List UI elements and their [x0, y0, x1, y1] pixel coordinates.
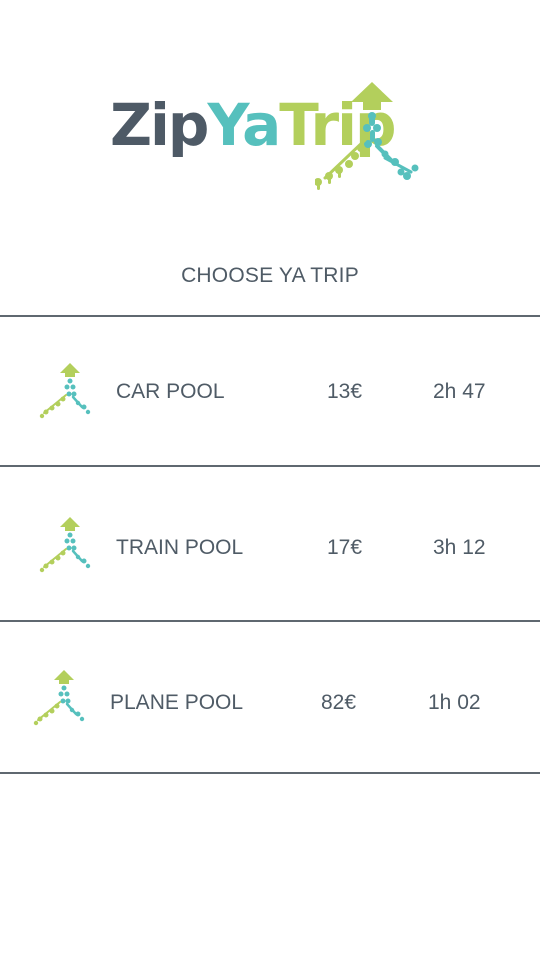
trip-name: TRAIN POOL	[116, 536, 244, 559]
trip-option-car-pool[interactable]: CAR POOL 13€ 2h 47	[0, 317, 540, 467]
page-title: CHOOSE YA TRIP	[181, 264, 359, 287]
trip-duration: 2h 47	[433, 380, 486, 403]
trip-price: 13€	[327, 380, 363, 403]
trip-duration: 1h 02	[428, 691, 481, 714]
trip-name: CAR POOL	[116, 380, 225, 403]
trip-price: 17€	[327, 536, 363, 559]
trip-price: 82€	[321, 691, 357, 714]
logo-text-ya: Ya	[207, 91, 281, 159]
dangling-arrow-tree-icon	[315, 82, 419, 190]
trip-option-plane-pool[interactable]: PLANE POOL 82€ 1h 02	[0, 622, 540, 772]
trip-option-train-pool[interactable]: TRAIN POOL 17€ 3h 12	[0, 467, 540, 617]
trip-logo-icon	[39, 363, 91, 419]
app-logo: ZipYaTrip	[110, 78, 440, 198]
trip-logo-icon	[39, 517, 91, 573]
divider	[0, 772, 540, 774]
trip-name: PLANE POOL	[110, 691, 244, 714]
trip-logo-icon	[33, 670, 85, 726]
trip-duration: 3h 12	[433, 536, 486, 559]
logo-text-zip: Zip	[110, 91, 209, 159]
